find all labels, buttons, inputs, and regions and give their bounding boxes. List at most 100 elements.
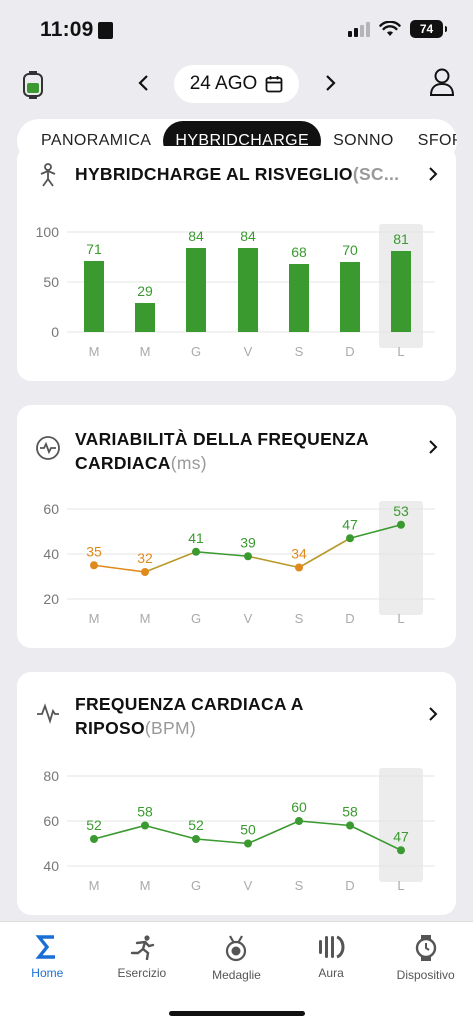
x-tick-label: S: [295, 611, 304, 626]
aura-icon: [319, 935, 345, 959]
series-line-segment: [298, 820, 351, 827]
bar: [135, 303, 155, 332]
chevron-right-icon: [429, 167, 438, 181]
y-tick-label: 60: [43, 813, 59, 829]
x-tick-label: L: [397, 878, 404, 893]
data-label: 60: [291, 799, 307, 815]
data-label: 29: [137, 283, 153, 299]
watch-icon: [415, 935, 436, 961]
x-tick-label: D: [345, 611, 354, 626]
data-label: 68: [291, 244, 307, 260]
x-tick-label: S: [295, 344, 304, 359]
data-point: [141, 821, 149, 830]
x-tick-label: M: [89, 611, 100, 626]
resting-hr-line-chart: 40 60 80 M M G V S D L 52 58 52 50 60 58 47: [43, 768, 435, 893]
x-tick-label: V: [244, 344, 253, 359]
battery-level: 74: [419, 22, 434, 36]
data-label: 84: [240, 228, 256, 244]
x-tick-label: M: [89, 344, 100, 359]
previous-day-button[interactable]: [128, 68, 158, 98]
nav-medaglie[interactable]: Medaglie: [189, 922, 284, 1024]
data-point: [397, 520, 405, 529]
cellular-signal-icon: [348, 21, 370, 37]
x-tick-label: M: [140, 344, 151, 359]
x-tick-label: L: [397, 344, 404, 359]
id-card-icon: [98, 22, 113, 39]
data-label: 50: [240, 822, 256, 838]
rhr-detail-chevron[interactable]: [424, 702, 442, 726]
x-tick-label: M: [89, 878, 100, 893]
x-tick-label: M: [140, 611, 151, 626]
y-tick-label: 80: [43, 768, 59, 784]
bottom-navigation: Home Esercizio Medaglie Aura Dispositivo: [0, 921, 473, 1024]
chevron-right-icon: [429, 707, 438, 721]
data-point: [295, 817, 303, 825]
next-day-button[interactable]: [316, 68, 346, 98]
nav-home[interactable]: Home: [0, 922, 95, 1024]
bar: [84, 261, 104, 332]
data-point: [346, 821, 354, 830]
hrv-line-chart: 20 40 60 M M G V S D L 35 32 41 39 34 47 53: [43, 501, 435, 626]
bar: [391, 251, 411, 332]
resting-hr-card[interactable]: FREQUENZA CARDIACA A RIPOSO(BPM) 40 60 80 M…: [17, 672, 456, 915]
data-label: 39: [240, 534, 256, 550]
data-point: [295, 563, 303, 572]
hrv-card[interactable]: VARIABILITÀ DELLA FREQUENZA CARDIACA(ms)…: [17, 405, 456, 648]
x-tick-label: D: [345, 878, 354, 893]
status-bar: 11:09 74: [0, 0, 473, 58]
battery-icon: 74: [410, 20, 447, 38]
data-label: 58: [137, 804, 153, 820]
y-tick-label: 60: [43, 501, 59, 517]
rhr-unit: (BPM): [144, 718, 196, 738]
x-tick-label: G: [191, 878, 201, 893]
data-label: 47: [393, 828, 409, 844]
date-label: 24 AGO: [189, 73, 258, 94]
watch-battery-icon[interactable]: [22, 70, 44, 100]
hrv-detail-chevron[interactable]: [424, 435, 442, 459]
y-tick-label: 40: [43, 546, 59, 562]
profile-icon[interactable]: [429, 67, 455, 97]
bar: [186, 248, 206, 332]
data-point: [244, 552, 252, 561]
nav-esercizio[interactable]: Esercizio: [95, 922, 190, 1024]
hybridcharge-card[interactable]: HYBRIDCHARGE AL RISVEGLIO(SC... 0 50 100 M M…: [17, 146, 456, 381]
y-tick-label: 40: [43, 858, 59, 874]
hybridcharge-bar-chart: 0 50 100 M M G V S D L 71 29 84 84 68 70 81: [36, 224, 435, 359]
pulse-wave-icon: [37, 703, 59, 724]
y-tick-label: 50: [43, 274, 59, 290]
wifi-icon: [379, 21, 401, 36]
medal-icon: [226, 935, 247, 962]
nav-dispositivo-label: Dispositivo: [396, 968, 455, 982]
hybridcharge-title: HYBRIDCHARGE AL RISVEGLIO: [75, 164, 353, 184]
hybridcharge-icon: [40, 163, 56, 187]
nav-home-label: Home: [31, 966, 64, 980]
data-point: [192, 835, 200, 843]
bar: [289, 264, 309, 332]
data-label: 41: [188, 530, 204, 546]
data-label: 53: [393, 503, 409, 519]
runner-icon: [130, 935, 155, 960]
y-tick-label: 20: [43, 591, 59, 607]
date-selector[interactable]: 24 AGO: [174, 65, 299, 103]
nav-esercizio-label: Esercizio: [117, 966, 167, 980]
nav-aura[interactable]: Aura: [284, 922, 379, 1024]
x-tick-label: G: [191, 344, 201, 359]
sigma-icon: [35, 935, 56, 959]
data-point: [346, 534, 354, 543]
data-label: 52: [86, 817, 102, 833]
data-point: [244, 839, 252, 848]
x-tick-label: L: [397, 611, 404, 626]
status-time: 11:09: [40, 18, 94, 41]
hybridcharge-detail-chevron[interactable]: [424, 162, 442, 186]
rhr-title-line1: FREQUENZA CARDIACA A: [75, 694, 304, 714]
nav-dispositivo[interactable]: Dispositivo: [378, 922, 473, 1024]
chevron-left-icon: [138, 75, 148, 91]
date-navigation: 24 AGO: [0, 62, 473, 106]
hybridcharge-unit: (SC...: [352, 164, 400, 184]
heart-rate-variability-icon: [36, 436, 60, 460]
x-tick-label: S: [295, 878, 304, 893]
data-label: 84: [188, 228, 204, 244]
nav-aura-label: Aura: [318, 966, 344, 980]
x-tick-label: D: [345, 344, 354, 359]
y-tick-label: 0: [51, 324, 59, 340]
